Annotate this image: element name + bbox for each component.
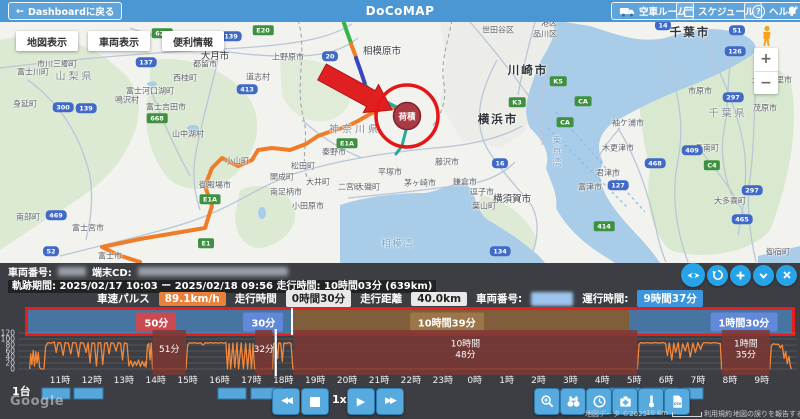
close-button[interactable]: [776, 265, 797, 286]
terms-link[interactable]: 利用規約: [704, 409, 732, 419]
stats-drive-time-label: 走行時間: [235, 291, 277, 306]
visibility-button[interactable]: [681, 263, 705, 287]
binoculars-icon: [566, 394, 581, 409]
operation-time-value: 9時間37分: [637, 290, 702, 307]
x-axis-tick-label: 16時: [209, 375, 229, 386]
playback-speed-label: 1x: [332, 393, 347, 406]
stats-vehicle-redacted: [531, 292, 573, 306]
zoom-in-button[interactable]: +: [754, 48, 778, 72]
map-zoom-control: + −: [754, 48, 778, 94]
panel-tools: [681, 263, 797, 287]
magnifier-plus-icon: [540, 394, 555, 409]
x-axis-tick-label: 6時: [659, 375, 674, 386]
stop-duration-label: 48分: [455, 350, 475, 361]
thermometer-icon: [644, 394, 659, 409]
truck-icon: [619, 6, 635, 17]
x-axis-tick-label: 0時: [467, 375, 482, 386]
fast-forward-button[interactable]: ▶▶: [376, 388, 404, 415]
stop-icon: [310, 397, 320, 407]
csv-file-icon: CSV: [670, 394, 685, 409]
add-button[interactable]: [730, 265, 751, 286]
play-icon: ▶: [357, 396, 365, 407]
zoom-out-button[interactable]: −: [754, 72, 778, 95]
stop-button[interactable]: [301, 388, 329, 415]
lake-yamanaka: [187, 125, 199, 131]
refresh-button[interactable]: [707, 265, 728, 286]
x-axis-tick-label: 21時: [369, 375, 389, 386]
rewind-button[interactable]: ◀◀: [272, 388, 300, 415]
bell-icon[interactable]: [786, 4, 798, 18]
useful-info-button[interactable]: 便利情報: [162, 31, 224, 51]
x-axis-tick-label: 13時: [114, 375, 134, 386]
collapse-button[interactable]: [753, 265, 774, 286]
report-error-link[interactable]: 地図の誤りを報告する: [733, 409, 800, 419]
stop-duration-label: 51分: [159, 344, 179, 355]
docomap-app: 山梨県神奈川県千葉県川崎市横浜市千葉市相模原市横須賀市大月市上野原市都留市西桂町…: [0, 0, 800, 419]
x-axis-tick-label: 14時: [145, 375, 165, 386]
x-axis-tick-label: 2時: [531, 375, 546, 386]
app-header: ← Dashboardに戻る DoCoMAP 空車ルーム スケジュール ? ヘル…: [0, 0, 800, 22]
x-axis-tick-label: 15時: [177, 375, 197, 386]
calendar-icon: [684, 6, 694, 17]
stop-duration-label: 1時間: [734, 339, 758, 350]
scale-label: 10 km: [646, 409, 668, 417]
lake-ashi: [258, 207, 266, 219]
x-axis-tick-label: 20時: [337, 375, 357, 386]
y-axis-tick-label: 120: [1, 329, 16, 338]
google-logo: Google: [10, 394, 64, 409]
operation-time-label: 運行時間:: [582, 291, 628, 306]
pegman-icon[interactable]: [760, 25, 774, 47]
search-view-button[interactable]: [560, 388, 586, 415]
x-axis-tick-label: 19時: [305, 375, 325, 386]
zoom-tool-button[interactable]: [534, 388, 560, 415]
svg-text:CSV: CSV: [673, 402, 681, 406]
play-button[interactable]: ▶: [347, 388, 375, 415]
speed-pulse-value: 89.1km/h: [159, 292, 226, 306]
map-attribution: 地図データ ©2025: [585, 409, 647, 419]
speed-pulse-label: 車速パルス: [97, 291, 150, 306]
lake-kawaguchi: [147, 82, 157, 87]
x-axis-tick-label: 18時: [273, 375, 293, 386]
clock-icon: [592, 394, 607, 409]
help-icon: ?: [752, 5, 765, 18]
x-axis-tick-label: 1時: [499, 375, 514, 386]
x-axis-tick-label: 3時: [563, 375, 578, 386]
stop-duration-label: 35分: [736, 350, 756, 361]
fast-forward-icon: ▶▶: [385, 397, 395, 406]
distance-label: 走行距離: [360, 291, 402, 306]
x-axis-tick-label: 22時: [401, 375, 421, 386]
axis-period-bar: [218, 388, 246, 399]
terminal-cd-redacted: [138, 267, 288, 276]
axis-period-bar: [74, 388, 103, 399]
x-axis-tick-label: 5時: [627, 375, 642, 386]
scale-bar: [672, 412, 702, 417]
map-display-button[interactable]: 地図表示: [16, 31, 78, 51]
x-axis-tick-label: 11時: [50, 375, 70, 386]
playback-cursor: [275, 329, 277, 376]
stats-row: 車速パルス 89.1km/h 走行時間 0時間30分 走行距離 40.0km 車…: [0, 290, 800, 307]
stop-duration-label: 10時間: [451, 339, 480, 350]
stats-drive-time-value: 0時間30分: [286, 290, 351, 307]
x-axis-tick-label: 12時: [82, 375, 102, 386]
x-axis-tick-label: 8時: [723, 375, 738, 386]
distance-value: 40.0km: [411, 292, 467, 306]
x-axis-tick-label: 4時: [595, 375, 610, 386]
stop-duration-label: 32分: [254, 344, 274, 355]
x-axis-tick-label: 23時: [433, 375, 453, 386]
vehicle-number-redacted: [58, 267, 86, 276]
first-aid-kit-icon: [618, 394, 633, 409]
vehicle-display-button[interactable]: 車両表示: [88, 31, 150, 51]
rewind-icon: ◀◀: [281, 397, 291, 406]
x-axis-tick-label: 7時: [691, 375, 706, 386]
x-axis-tick-label: 17時: [241, 375, 261, 386]
stats-vehicle-label: 車両番号:: [476, 291, 522, 306]
x-axis-tick-label: 9時: [754, 375, 769, 386]
